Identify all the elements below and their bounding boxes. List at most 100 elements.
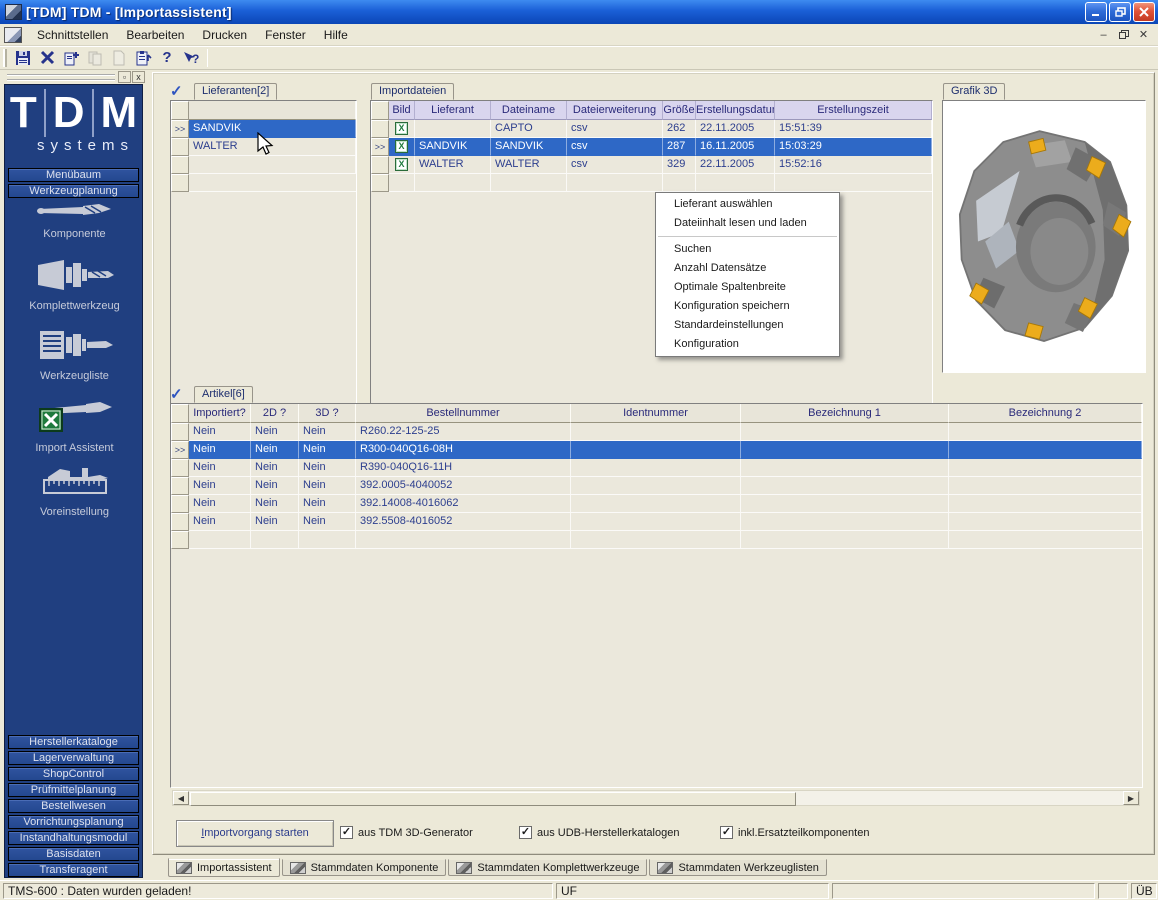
- artikel-row[interactable]: Nein Nein Nein 392.0005-4040052: [171, 477, 1142, 495]
- menu-item-anzahl-datensaetze[interactable]: Anzahl Datensätze: [656, 259, 839, 278]
- checkbox-ersatzteilkomponenten[interactable]: ✓ inkl.Ersatzteilkomponenten: [720, 826, 869, 839]
- column-header-blank[interactable]: [189, 101, 356, 120]
- column-header-bezeichnung-2[interactable]: Bezeichnung 2: [949, 404, 1142, 423]
- sidebar-item-import-assistent[interactable]: Import Assistent: [5, 397, 144, 454]
- sidebar-item-komplettwerkzeug[interactable]: Komplettwerkzeug: [5, 259, 144, 312]
- row-selector[interactable]: >>: [371, 138, 389, 156]
- row-selector[interactable]: [171, 138, 189, 156]
- new-entry-icon[interactable]: [60, 48, 82, 68]
- row-selector[interactable]: [171, 459, 189, 477]
- cell-3d[interactable]: Nein: [299, 459, 356, 477]
- cell-identnummer[interactable]: [571, 423, 741, 441]
- sidebar-item-komponente[interactable]: Komponente: [5, 201, 144, 240]
- column-header-lieferant[interactable]: Lieferant: [415, 101, 491, 120]
- row-selector[interactable]: [171, 513, 189, 531]
- cell-erweiterung[interactable]: csv: [567, 156, 663, 174]
- cell-bestellnummer[interactable]: 392.14008-4016062: [356, 495, 571, 513]
- cell-bezeichnung-2[interactable]: [949, 513, 1142, 531]
- cell-2d[interactable]: Nein: [251, 513, 299, 531]
- menu-fenster[interactable]: Fenster: [256, 25, 315, 45]
- dock-restore-icon[interactable]: ▫: [118, 71, 131, 83]
- sidebar-button-herstellerkataloge[interactable]: Herstellerkataloge: [8, 735, 139, 749]
- cell-bestellnummer[interactable]: R260.22-125-25: [356, 423, 571, 441]
- cell-importiert[interactable]: Nein: [189, 441, 251, 459]
- row-selector[interactable]: [371, 156, 389, 174]
- row-selector[interactable]: [171, 495, 189, 513]
- horizontal-scrollbar[interactable]: ◀ ▶: [172, 790, 1140, 806]
- artikel-row-selected[interactable]: >> Nein Nein Nein R300-040Q16-08H: [171, 441, 1142, 459]
- cell-lieferant[interactable]: [415, 120, 491, 138]
- artikel-row[interactable]: Nein Nein Nein R390-040Q16-11H: [171, 459, 1142, 477]
- copy-icon[interactable]: [84, 48, 106, 68]
- cell-bezeichnung-1[interactable]: [741, 477, 949, 495]
- column-header-erstellungszeit[interactable]: Erstellungszeit: [775, 101, 932, 120]
- cell-zeit[interactable]: 15:52:16: [775, 156, 932, 174]
- cell-bezeichnung-1[interactable]: [741, 513, 949, 531]
- cell-bezeichnung-2[interactable]: [949, 477, 1142, 495]
- cell-3d[interactable]: Nein: [299, 441, 356, 459]
- toolbar-grip[interactable]: [3, 49, 7, 67]
- mdi-minimize-button[interactable]: –: [1095, 27, 1112, 42]
- cell-identnummer[interactable]: [571, 459, 741, 477]
- cell-importiert[interactable]: Nein: [189, 459, 251, 477]
- cell-3d[interactable]: Nein: [299, 513, 356, 531]
- cell-datum[interactable]: 22.11.2005: [696, 120, 775, 138]
- cell-identnummer[interactable]: [571, 513, 741, 531]
- tab-lieferanten[interactable]: Lieferanten[2]: [194, 83, 277, 100]
- importdatei-row[interactable]: X WALTER WALTER csv 329 22.11.2005 15:52…: [371, 156, 932, 174]
- column-header-importiert[interactable]: Importiert?: [189, 404, 251, 423]
- artikel-row[interactable]: Nein Nein Nein 392.14008-4016062: [171, 495, 1142, 513]
- scroll-left-arrow-icon[interactable]: ◀: [173, 791, 189, 805]
- cell-importiert[interactable]: Nein: [189, 495, 251, 513]
- cell-lieferant[interactable]: SANDVIK: [415, 138, 491, 156]
- restore-button[interactable]: [1109, 2, 1131, 22]
- cell-3d[interactable]: Nein: [299, 423, 356, 441]
- tab-stammdaten-komplettwerkzeuge[interactable]: Stammdaten Komplettwerkzeuge: [448, 859, 647, 876]
- column-header-3d[interactable]: 3D ?: [299, 404, 356, 423]
- context-help-icon[interactable]: ?: [180, 48, 202, 68]
- column-header-bestellnummer[interactable]: Bestellnummer: [356, 404, 571, 423]
- tab-importassistent[interactable]: Importassistent: [168, 858, 280, 877]
- cell-bezeichnung-2[interactable]: [949, 495, 1142, 513]
- cell-bestellnummer[interactable]: R390-040Q16-11H: [356, 459, 571, 477]
- column-header-dateierweiterung[interactable]: Dateierweiterung: [567, 101, 663, 120]
- sidebar-button-werkzeugplanung[interactable]: Werkzeugplanung: [8, 184, 139, 198]
- delete-icon[interactable]: [36, 48, 58, 68]
- cell-2d[interactable]: Nein: [251, 495, 299, 513]
- sidebar-button-basisdaten[interactable]: Basisdaten: [8, 847, 139, 861]
- row-selector[interactable]: [171, 477, 189, 495]
- help-icon[interactable]: ?: [156, 48, 178, 68]
- column-header-bild[interactable]: Bild: [389, 101, 415, 120]
- importdatei-row-selected[interactable]: >> X SANDVIK SANDVIK csv 287 16.11.2005 …: [371, 138, 932, 156]
- cell-bezeichnung-2[interactable]: [949, 459, 1142, 477]
- menu-hilfe[interactable]: Hilfe: [315, 25, 357, 45]
- column-header-erstellungsdatum[interactable]: Erstellungsdatum: [696, 101, 775, 120]
- sidebar-item-werkzeugliste[interactable]: Werkzeugliste: [5, 327, 144, 382]
- cell-bezeichnung-2[interactable]: [949, 441, 1142, 459]
- tab-grafik-3d[interactable]: Grafik 3D: [943, 83, 1005, 100]
- tab-artikel[interactable]: Artikel[6]: [194, 386, 253, 403]
- row-selector[interactable]: [171, 423, 189, 441]
- scrollbar-thumb[interactable]: [190, 792, 796, 806]
- grafik-3d-viewport[interactable]: [942, 100, 1146, 373]
- sidebar-button-menuebaum[interactable]: Menübaum: [8, 168, 139, 182]
- cell-erweiterung[interactable]: csv: [567, 138, 663, 156]
- column-header-bezeichnung-1[interactable]: Bezeichnung 1: [741, 404, 949, 423]
- importdatei-row[interactable]: X CAPTO csv 262 22.11.2005 15:51:39: [371, 120, 932, 138]
- menu-item-dateiinhalt-lesen[interactable]: Dateiinhalt lesen und laden: [656, 214, 839, 233]
- cell-zeit[interactable]: 15:03:29: [775, 138, 932, 156]
- cell-erweiterung[interactable]: csv: [567, 120, 663, 138]
- column-header-groesse[interactable]: Größe: [663, 101, 696, 120]
- sidebar-button-pruefmittelplanung[interactable]: Prüfmittelplanung: [8, 783, 139, 797]
- mdi-restore-button[interactable]: [1115, 27, 1132, 42]
- importvorgang-starten-button[interactable]: Importvorgang starten: [176, 820, 334, 847]
- cell-bezeichnung-1[interactable]: [741, 459, 949, 477]
- cell-3d[interactable]: Nein: [299, 495, 356, 513]
- sidebar-button-shopcontrol[interactable]: ShopControl: [8, 767, 139, 781]
- cell-importiert[interactable]: Nein: [189, 513, 251, 531]
- menu-item-suchen[interactable]: Suchen: [656, 240, 839, 259]
- mdi-close-button[interactable]: ✕: [1135, 27, 1152, 42]
- cell-datum[interactable]: 22.11.2005: [696, 156, 775, 174]
- menu-item-lieferant-auswaehlen[interactable]: Lieferant auswählen: [656, 195, 839, 214]
- cell-2d[interactable]: Nein: [251, 441, 299, 459]
